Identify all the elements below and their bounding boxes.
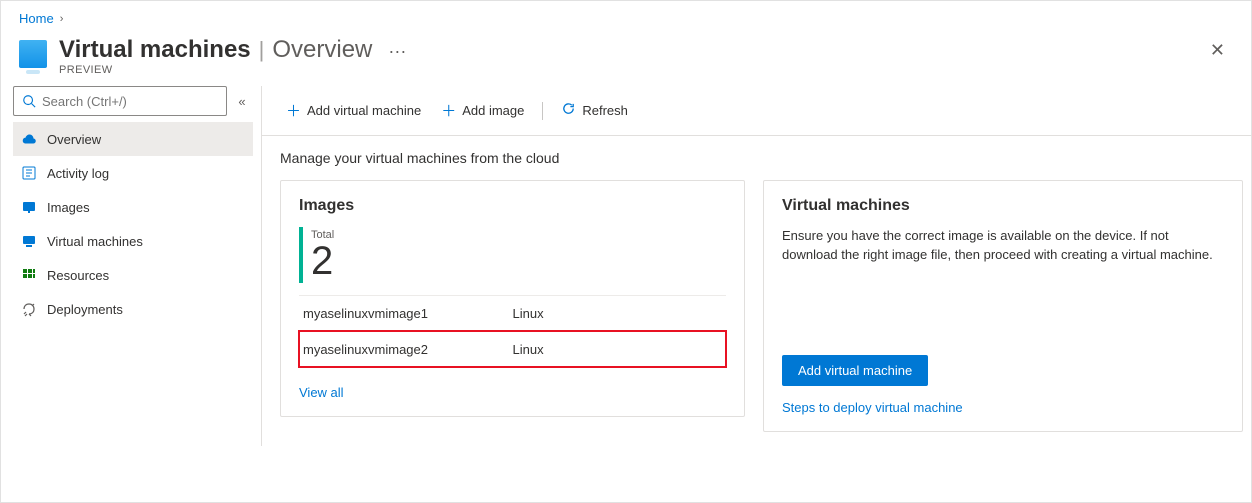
more-actions-button[interactable]: ··· [380,41,414,62]
add-image-button[interactable]: ＋ Add image [433,96,532,125]
activity-log-icon [21,165,37,181]
sidebar-item-label: Images [47,200,90,215]
vm-card-title: Virtual machines [782,197,1224,215]
deployments-icon [21,301,37,317]
toolbar-label: Add virtual machine [307,103,421,118]
plus-icon: ＋ [441,100,456,121]
close-icon[interactable]: ✕ [1204,34,1231,67]
add-vm-button[interactable]: ＋ Add virtual machine [278,96,429,125]
search-input[interactable] [42,94,218,109]
collapse-sidebar-button[interactable]: « [231,94,253,109]
sidebar-item-label: Resources [47,268,109,283]
breadcrumb-home[interactable]: Home [19,11,54,26]
metric-value: 2 [311,241,334,281]
image-os: Linux [513,306,723,321]
sidebar-item-activity-log[interactable]: Activity log [13,156,253,190]
chevron-right-icon: › [60,13,64,25]
sidebar-item-resources[interactable]: Resources [13,258,253,292]
plus-icon: ＋ [286,100,301,121]
table-row[interactable]: myaselinuxvmimage2 Linux [299,331,726,367]
table-row[interactable]: myaselinuxvmimage1 Linux [299,295,726,331]
sidebar-item-deployments[interactable]: Deployments [13,292,253,326]
image-os: Linux [513,342,723,357]
sidebar-item-label: Activity log [47,166,109,181]
images-table: myaselinuxvmimage1 Linux myaselinuxvmima… [299,295,726,367]
cloud-icon [21,131,37,147]
image-name: myaselinuxvmimage2 [303,342,513,357]
toolbar-separator [542,102,543,120]
section-title: Manage your virtual machines from the cl… [280,150,1243,180]
preview-badge: PREVIEW [59,64,414,76]
metric-bar [299,227,303,283]
title-separator: | [259,37,265,63]
page-subtitle: Overview [272,36,372,64]
toolbar: ＋ Add virtual machine ＋ Add image Refres… [262,86,1252,136]
search-input-wrapper[interactable] [13,86,227,116]
search-icon [22,94,36,108]
sidebar-item-overview[interactable]: Overview [13,122,253,156]
sidebar-item-label: Virtual machines [47,234,143,249]
toolbar-label: Add image [462,103,524,118]
images-icon [21,199,37,215]
main-content: ＋ Add virtual machine ＋ Add image Refres… [261,86,1252,446]
refresh-button[interactable]: Refresh [553,97,636,124]
resources-icon [21,267,37,283]
header: Virtual machines | Overview ··· PREVIEW … [1,30,1251,86]
sidebar-item-virtual-machines[interactable]: Virtual machines [13,224,253,258]
sidebar-item-label: Deployments [47,302,123,317]
steps-link[interactable]: Steps to deploy virtual machine [782,400,1224,415]
virtual-machine-icon [19,40,47,68]
vm-icon [21,233,37,249]
page-title: Virtual machines [59,36,251,64]
sidebar: « Overview Activity log Images Virtual m… [1,86,261,446]
refresh-icon [561,101,576,120]
sidebar-item-label: Overview [47,132,101,147]
vm-card-desc: Ensure you have the correct image is ava… [782,227,1224,265]
vm-card: Virtual machines Ensure you have the cor… [763,180,1243,432]
images-card-title: Images [299,197,726,215]
sidebar-item-images[interactable]: Images [13,190,253,224]
add-vm-primary-button[interactable]: Add virtual machine [782,355,928,386]
images-card: Images Total 2 myaselinuxvmimage1 Linux [280,180,745,417]
view-all-link[interactable]: View all [299,385,344,400]
breadcrumb: Home › [1,1,1251,30]
images-metric: Total 2 [299,227,726,283]
toolbar-label: Refresh [582,103,628,118]
image-name: myaselinuxvmimage1 [303,306,513,321]
